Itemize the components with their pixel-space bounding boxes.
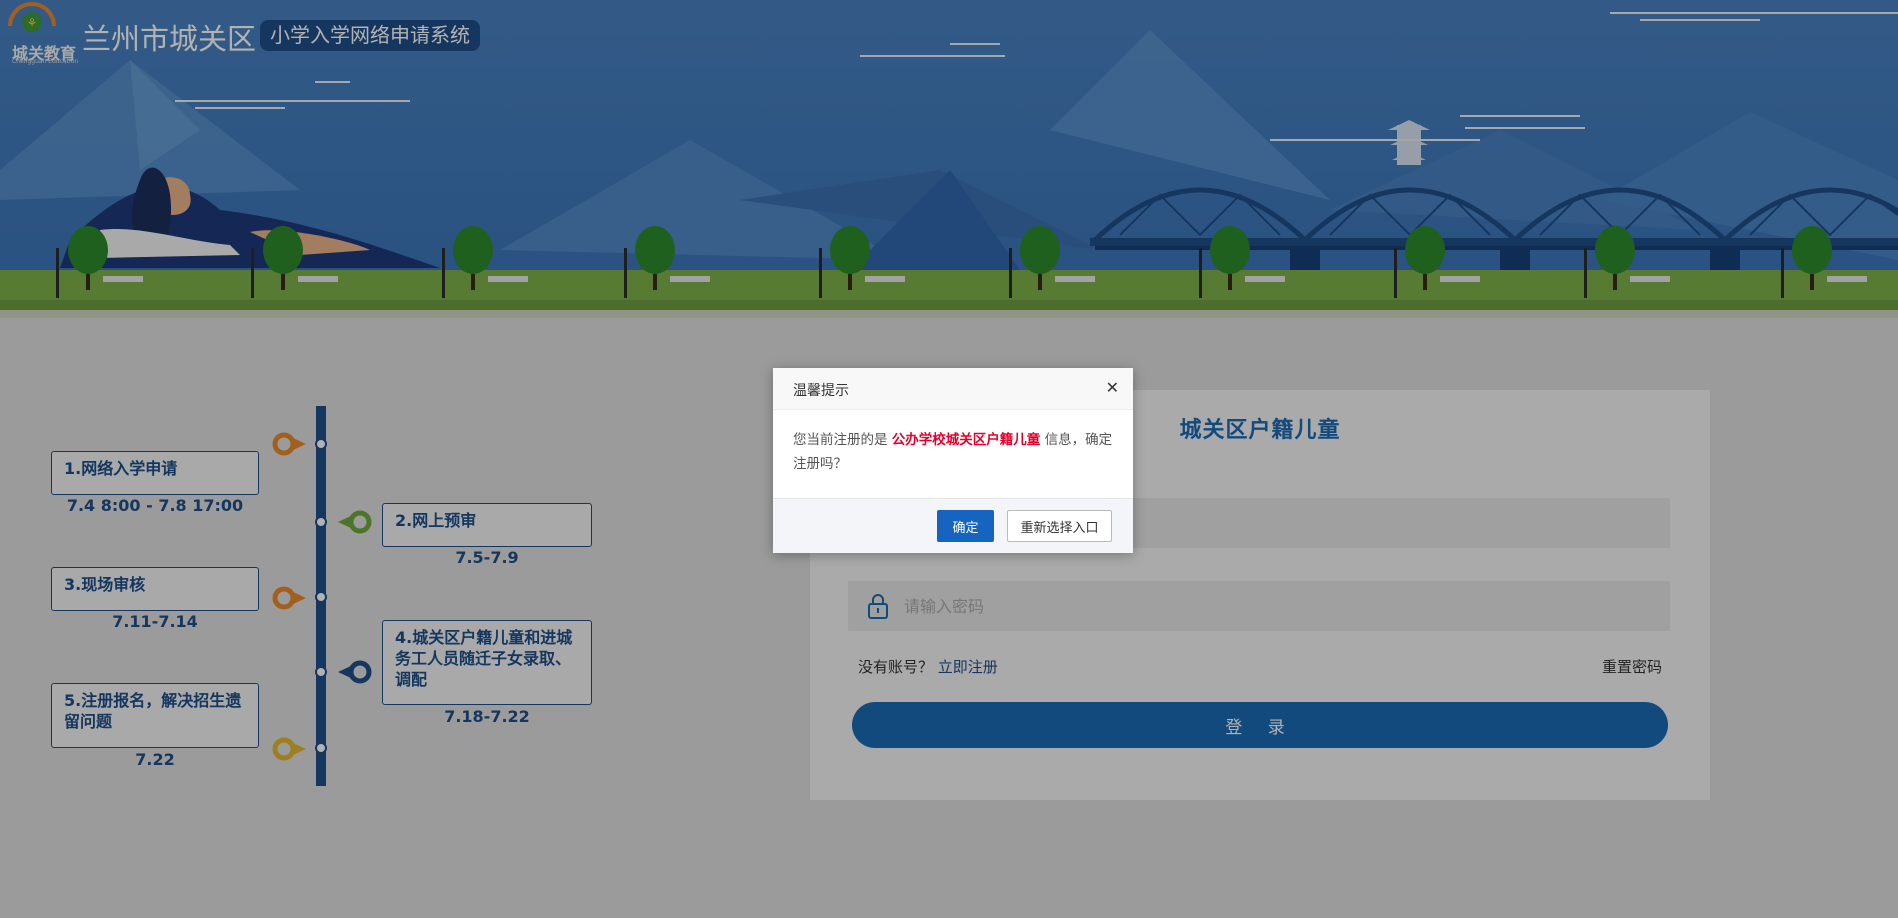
dialog-footer: 确定 重新选择入口 xyxy=(773,498,1133,553)
message-prefix: 您当前注册的是 xyxy=(793,432,888,448)
dialog-message: 您当前注册的是 公办学校城关区户籍儿童 信息，确定注册吗？ xyxy=(793,428,1115,476)
close-icon[interactable]: ✕ xyxy=(1106,379,1119,397)
dialog-title: 温馨提示 xyxy=(793,383,849,399)
dialog-header: 温馨提示 ✕ xyxy=(773,368,1133,410)
reselect-entry-button[interactable]: 重新选择入口 xyxy=(1007,510,1112,542)
message-highlight: 公办学校城关区户籍儿童 xyxy=(891,432,1041,448)
confirm-button[interactable]: 确定 xyxy=(937,510,994,542)
confirm-dialog: 温馨提示 ✕ 您当前注册的是 公办学校城关区户籍儿童 信息，确定注册吗？ 确定 … xyxy=(773,368,1133,553)
